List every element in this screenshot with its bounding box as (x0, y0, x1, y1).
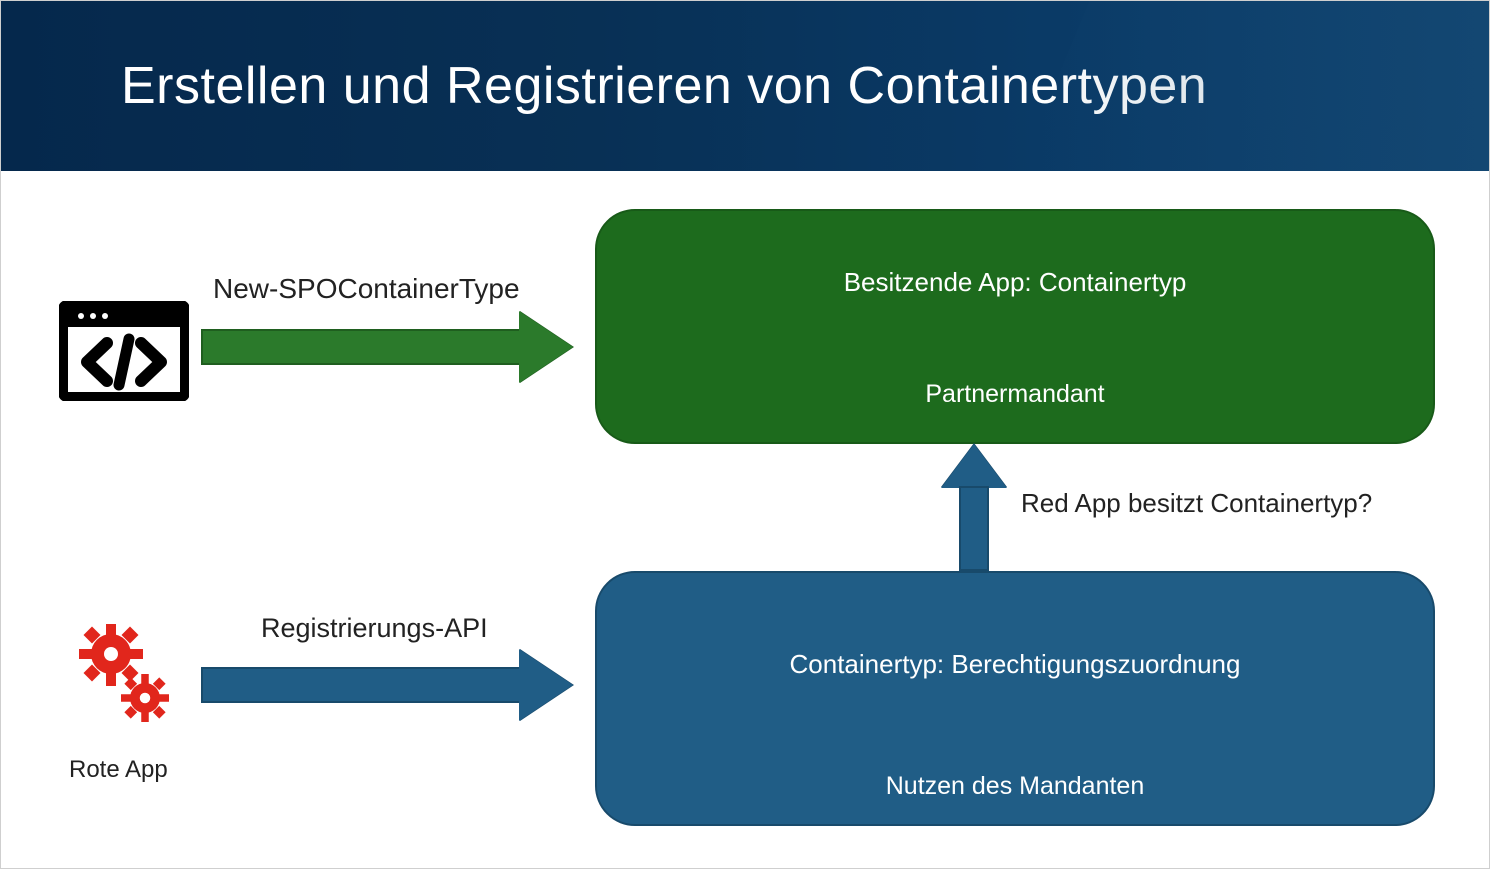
red-app-label: Rote App (69, 756, 168, 784)
arrow-head (519, 649, 573, 721)
box-consuming-line2: Nutzen des Mandanten (597, 772, 1433, 801)
arrow-label-registration: Registrierungs-API (261, 613, 488, 644)
gears-icon (73, 624, 183, 734)
arrow-label-new-container: New-SPOContainerType (213, 273, 520, 305)
box-consuming-tenant: Containertyp: Berechtigungszuordnung Nut… (595, 571, 1435, 826)
code-icon (59, 301, 189, 401)
box-partner-line2: Partnermandant (597, 380, 1433, 409)
box-partner-tenant: Besitzende App: Containertyp Partnermand… (595, 209, 1435, 444)
arrow-red-question (949, 446, 999, 571)
diagram-canvas: New-SPOContainerType Besitzende App: Con… (1, 171, 1489, 868)
box-partner-line1: Besitzende App: Containertyp (597, 267, 1433, 298)
arrow-label-red-question: Red App besitzt Containertyp? (1021, 488, 1372, 519)
arrow-shaft (959, 486, 989, 571)
arrow-registration (201, 655, 581, 715)
arrow-head (941, 444, 1007, 488)
arrow-head (519, 311, 573, 383)
header-bar: Erstellen und Registrieren von Container… (1, 1, 1489, 171)
box-consuming-line1: Containertyp: Berechtigungszuordnung (597, 649, 1433, 680)
arrow-new-container (201, 317, 581, 377)
slide: Erstellen und Registrieren von Container… (0, 0, 1490, 869)
arrow-shaft (201, 329, 521, 365)
arrow-shaft (201, 667, 521, 703)
page-title: Erstellen und Registrieren von Container… (121, 56, 1207, 116)
